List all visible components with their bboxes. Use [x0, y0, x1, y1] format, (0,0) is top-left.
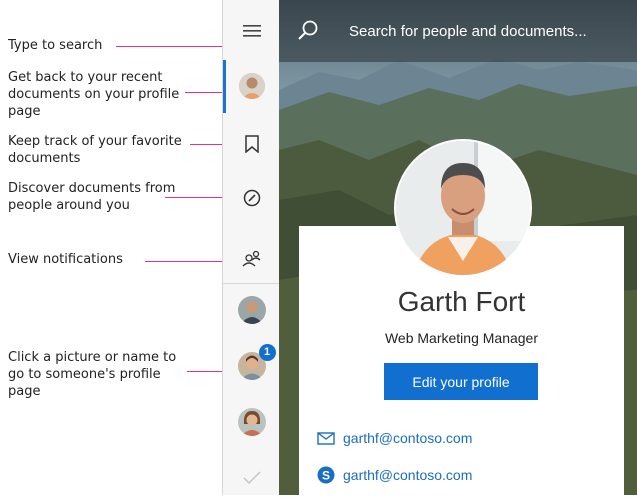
annotation-people: Click a picture or name to go to someone… [8, 350, 177, 399]
profile-job-title: Web Marketing Manager [384, 330, 539, 346]
search-input[interactable]: Search for people and documents... [349, 23, 587, 40]
more-check-button[interactable] [223, 458, 280, 498]
avatar [237, 296, 266, 324]
compass-icon [243, 189, 260, 207]
annotation-favorites: Keep track of your favorite documents [8, 134, 182, 166]
notification-badge: 1 [258, 344, 276, 361]
annotation-notifications: View notifications [8, 252, 123, 267]
email-row: garthf@contoso.com [317, 430, 472, 446]
profile-name: Garth Fort [397, 286, 526, 317]
email-link[interactable]: garthf@contoso.com [343, 430, 472, 446]
divider [223, 283, 280, 284]
avatar [237, 408, 266, 436]
profile-photo [394, 139, 532, 277]
search-icon[interactable] [297, 19, 319, 41]
hamburger-icon [242, 25, 261, 37]
skype-icon: S [317, 466, 335, 484]
person-avatar-button[interactable]: 1 [223, 344, 280, 386]
bookmark-icon [244, 135, 259, 153]
annotation-search: Type to search [8, 38, 103, 53]
skype-row: S garthf@contoso.com [317, 466, 472, 484]
edit-profile-button[interactable]: Edit your profile [384, 363, 538, 400]
profile-nav-button[interactable] [223, 66, 280, 106]
person-avatar-button[interactable] [223, 402, 280, 442]
checkmark-icon [242, 471, 261, 485]
mail-icon [317, 431, 335, 445]
avatar [238, 73, 265, 99]
notifications-nav-button[interactable] [223, 238, 280, 278]
favorites-nav-button[interactable] [223, 124, 280, 164]
skype-link[interactable]: garthf@contoso.com [343, 467, 472, 483]
people-notification-icon [242, 250, 260, 267]
main-panel: Search for people and documents... Garth… [279, 0, 637, 495]
annotation-profile: Get back to your recent documents on you… [8, 70, 180, 119]
menu-button[interactable] [223, 11, 280, 51]
person-avatar-button[interactable] [223, 290, 280, 330]
svg-text:S: S [322, 469, 330, 483]
discover-nav-button[interactable] [223, 178, 280, 218]
annotation-discover: Discover documents from people around yo… [8, 181, 176, 213]
nav-rail: 1 [222, 0, 281, 495]
search-bar[interactable]: Search for people and documents... [279, 0, 637, 62]
